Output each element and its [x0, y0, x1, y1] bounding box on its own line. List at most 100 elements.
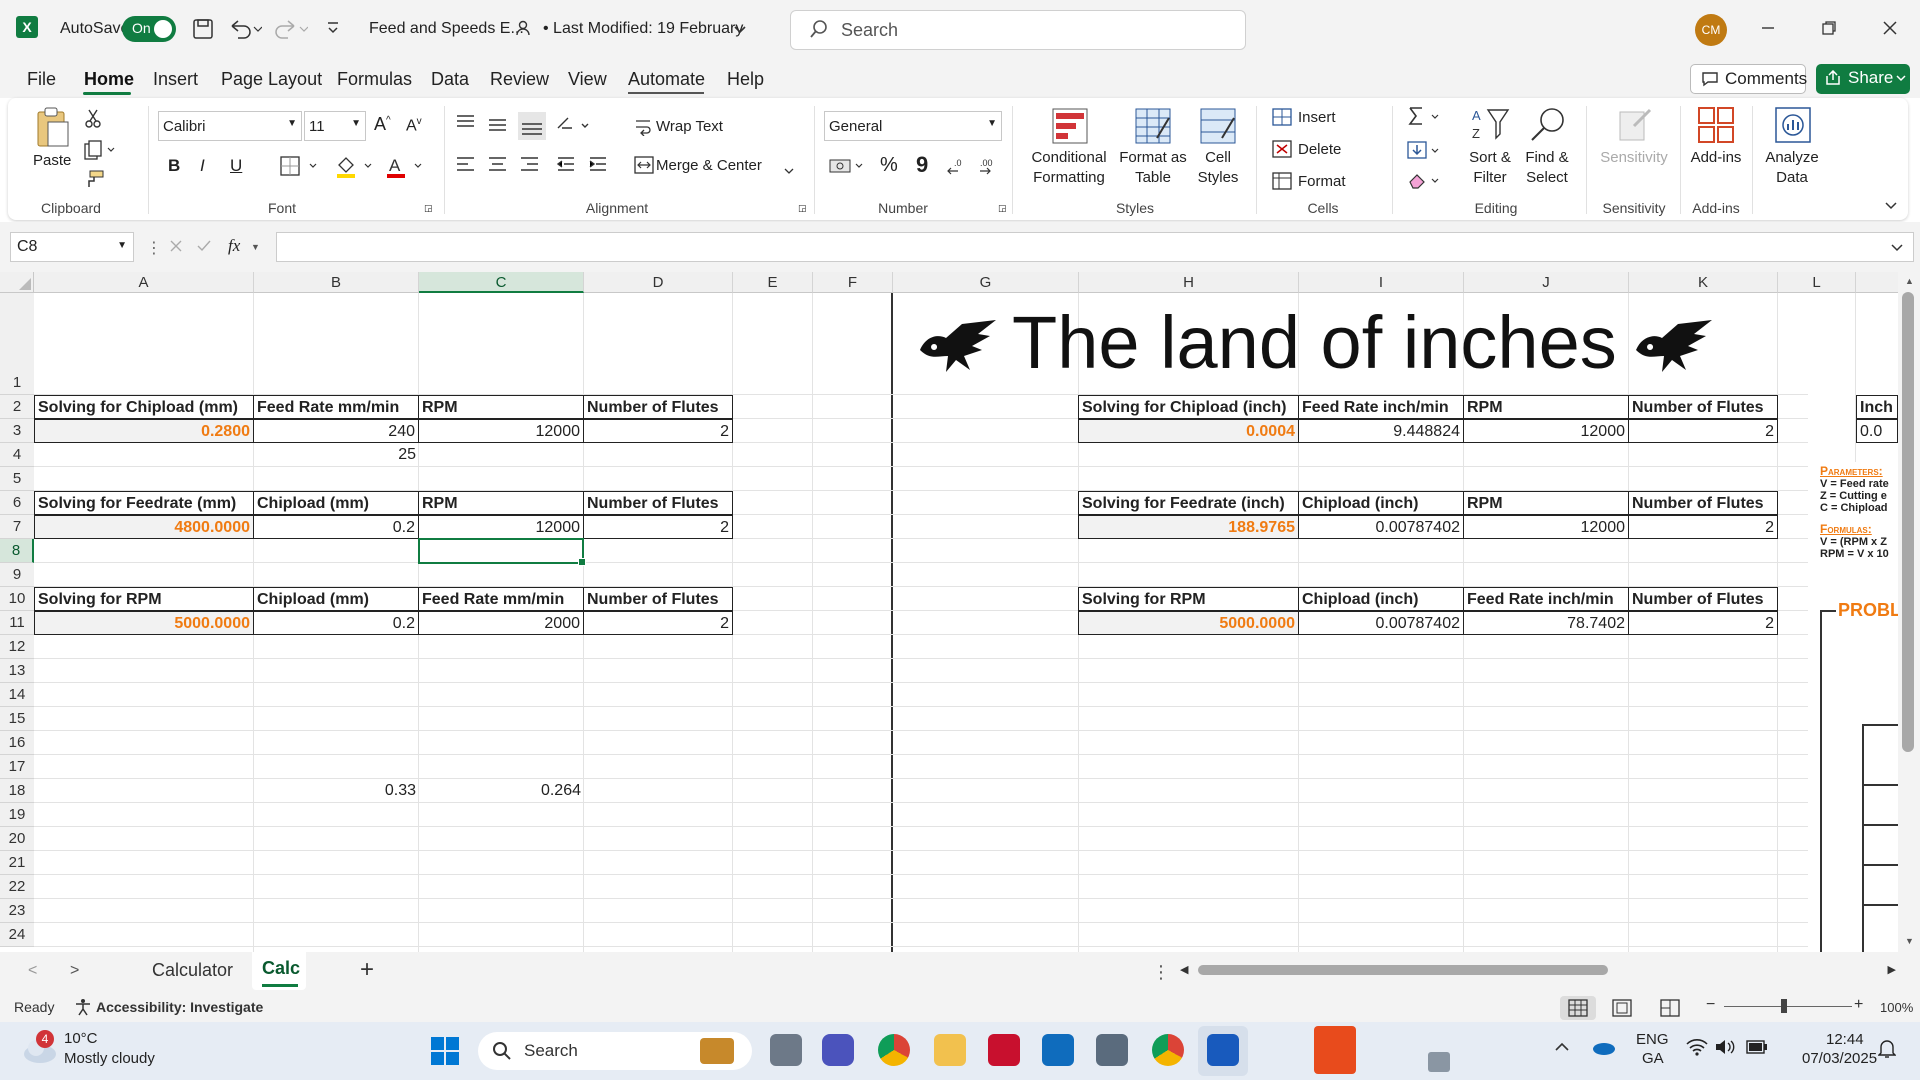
percent-button[interactable]: %: [880, 154, 898, 177]
mm-rpm-header-d[interactable]: Number of Flutes: [583, 587, 733, 611]
sheet-tab-calc[interactable]: Calc: [262, 958, 300, 979]
row-header-20[interactable]: 20: [0, 827, 34, 851]
row-header-10[interactable]: 10: [0, 587, 34, 611]
conditional-formatting-label-2[interactable]: Formatting: [1024, 169, 1114, 186]
next-sheet-icon[interactable]: >: [70, 962, 79, 980]
alignment-dialog-launcher-icon[interactable]: ◲: [798, 203, 807, 214]
autosave-toggle[interactable]: On: [122, 16, 176, 42]
fill-icon[interactable]: [1406, 140, 1446, 167]
add-sheet-button[interactable]: +: [360, 956, 374, 984]
tab-formulas[interactable]: Formulas: [337, 69, 412, 90]
alignment-icons-bottom[interactable]: [454, 154, 614, 181]
cell-styles-icon[interactable]: [1200, 108, 1238, 149]
scroll-left-icon[interactable]: ◀: [1180, 963, 1188, 976]
analyze-data-label-1[interactable]: Analyze: [1758, 149, 1826, 166]
collapse-ribbon-icon[interactable]: [1884, 198, 1898, 216]
select-all-corner[interactable]: [0, 272, 34, 293]
tabs-more-icon[interactable]: ⋮: [1152, 962, 1170, 983]
row-header-5[interactable]: 5: [0, 467, 34, 491]
name-box[interactable]: C8 ▼: [10, 232, 134, 262]
windows-start-icon[interactable]: [430, 1036, 460, 1071]
mm-chipload-header-a[interactable]: Solving for Chipload (mm): [34, 395, 254, 419]
conditional-formatting-label-1[interactable]: Conditional: [1024, 149, 1114, 166]
zoom-level[interactable]: 100%: [1880, 1000, 1913, 1015]
volume-icon[interactable]: [1714, 1038, 1736, 1061]
inch-chipload-feed[interactable]: 9.448824: [1298, 419, 1464, 443]
tab-home[interactable]: Home: [84, 69, 134, 90]
inch-feedrate-header-j[interactable]: RPM: [1463, 491, 1629, 515]
mm-feedrate-chipload[interactable]: 0.2: [253, 515, 419, 539]
selected-cell-c8[interactable]: [418, 538, 586, 566]
tab-data[interactable]: Data: [431, 69, 469, 90]
alignment-icons-top[interactable]: [454, 112, 594, 145]
mm-rpm-result[interactable]: 5000.0000: [34, 611, 254, 635]
inch-rpm-header-i[interactable]: Chipload (inch): [1298, 587, 1464, 611]
inch-feedrate-header-h[interactable]: Solving for Feedrate (inch): [1078, 491, 1299, 515]
number-format-select[interactable]: General ▼: [824, 111, 1002, 141]
column-header-k[interactable]: K: [1629, 272, 1778, 293]
close-icon[interactable]: [1882, 20, 1898, 41]
chrome-icon[interactable]: [878, 1034, 910, 1066]
row-header-19[interactable]: 19: [0, 803, 34, 827]
page-layout-view-icon[interactable]: [1612, 999, 1632, 1022]
file-explorer-icon[interactable]: [934, 1034, 966, 1066]
mm-rpm-header-a[interactable]: Solving for RPM: [34, 587, 254, 611]
avatar[interactable]: CM: [1695, 14, 1727, 46]
clock-time[interactable]: 12:44: [1826, 1031, 1864, 1048]
row-header-2[interactable]: 2: [0, 395, 34, 419]
underline-button[interactable]: U: [230, 156, 242, 176]
tab-automate[interactable]: Automate: [628, 69, 705, 90]
chevron-down-icon[interactable]: ▼: [251, 242, 260, 252]
row-header-6[interactable]: 6: [0, 491, 34, 515]
column-header-f[interactable]: F: [813, 272, 893, 293]
inch-chipload-header-k[interactable]: Number of Flutes: [1628, 395, 1778, 419]
mm-rpm-header-b[interactable]: Chipload (mm): [253, 587, 419, 611]
format-as-table-icon[interactable]: [1135, 108, 1173, 149]
column-header-a[interactable]: A: [34, 272, 254, 293]
mm-feedrate-result[interactable]: 4800.0000: [34, 515, 254, 539]
column-header-l[interactable]: L: [1778, 272, 1856, 293]
mm-rpm-chipload[interactable]: 0.2: [253, 611, 419, 635]
analyze-data-label-2[interactable]: Data: [1758, 169, 1826, 186]
save-icon[interactable]: [192, 18, 214, 45]
mm-rpm-feed[interactable]: 2000: [418, 611, 584, 635]
mm-feedrate-header-b[interactable]: Chipload (mm): [253, 491, 419, 515]
taskbar-search[interactable]: Search: [478, 1032, 752, 1070]
column-header-d[interactable]: D: [584, 272, 733, 293]
merge-center-icon[interactable]: [634, 156, 654, 179]
chevron-down-icon[interactable]: [784, 163, 794, 181]
insert-function-button[interactable]: fx: [228, 236, 240, 256]
format-cells-icon[interactable]: [1272, 172, 1292, 195]
bold-button[interactable]: B: [168, 156, 180, 176]
fill-color-icon[interactable]: [335, 155, 377, 184]
page-break-view-icon[interactable]: [1660, 999, 1680, 1022]
format-as-table-label-2[interactable]: Table: [1110, 169, 1196, 186]
inch-rpm-header-k[interactable]: Number of Flutes: [1628, 587, 1778, 611]
mm-feedrate-rpm[interactable]: 12000: [418, 515, 584, 539]
row-header-11[interactable]: 11: [0, 611, 34, 635]
mm-feedrate-header-d[interactable]: Number of Flutes: [583, 491, 733, 515]
find-select-icon[interactable]: [1528, 106, 1568, 147]
word-icon[interactable]: [1207, 1034, 1239, 1066]
inch-feedrate-flutes[interactable]: 2: [1628, 515, 1778, 539]
horizontal-scroll-thumb[interactable]: [1198, 965, 1608, 975]
inch-chipload-result[interactable]: 0.0004: [1078, 419, 1299, 443]
inch-feedrate-rpm[interactable]: 12000: [1463, 515, 1629, 539]
comma-style-button[interactable]: 9: [916, 152, 928, 178]
cell-c18[interactable]: 0.264: [419, 779, 584, 803]
task-view-icon[interactable]: [770, 1034, 802, 1066]
mm-chipload-feed[interactable]: 240: [253, 419, 419, 443]
column-header-c[interactable]: C: [419, 272, 584, 293]
vertical-scrollbar[interactable]: ▲ ▼: [1898, 272, 1920, 952]
paste-label[interactable]: Paste: [33, 152, 71, 169]
cell-styles-label-1[interactable]: Cell: [1190, 149, 1246, 166]
column-header-h[interactable]: H: [1079, 272, 1299, 293]
row-header-8[interactable]: 8: [0, 539, 34, 563]
conditional-formatting-icon[interactable]: [1052, 108, 1088, 149]
find-select-label-1[interactable]: Find &: [1518, 149, 1576, 166]
language-primary[interactable]: ENG: [1636, 1031, 1669, 1048]
mm-feedrate-header-a[interactable]: Solving for Feedrate (mm): [34, 491, 254, 515]
row-header-7[interactable]: 7: [0, 515, 34, 539]
minimize-icon[interactable]: [1760, 20, 1776, 41]
tab-view[interactable]: View: [568, 69, 607, 90]
